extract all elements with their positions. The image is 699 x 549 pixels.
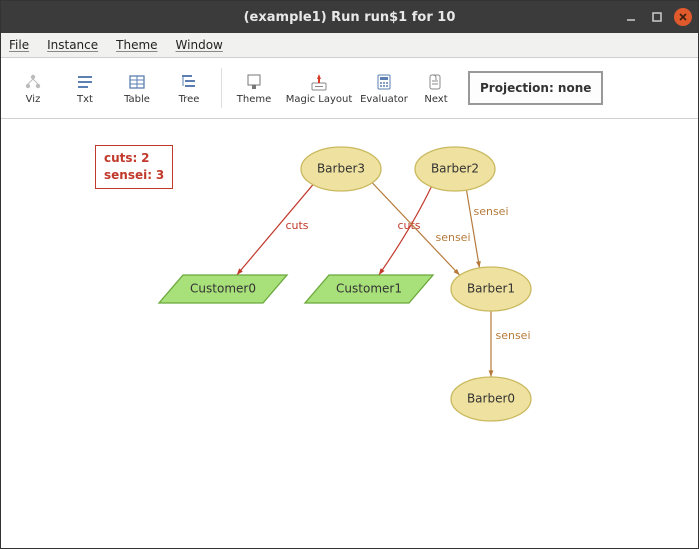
viz-icon — [23, 72, 43, 92]
menu-window[interactable]: Window — [176, 38, 223, 52]
evaluator-button[interactable]: Evaluator — [360, 64, 408, 112]
app-window: (example1) Run run$1 for 10 File Instanc… — [0, 0, 699, 549]
toolbar: Viz Txt Table Tree Theme Magic Layout Ev… — [1, 58, 698, 119]
projection-button[interactable]: Projection: none — [468, 71, 603, 105]
node-label-barber1: Barber1 — [467, 282, 515, 296]
menubar: File Instance Theme Window — [1, 33, 698, 58]
txt-icon — [75, 72, 95, 92]
table-icon — [127, 72, 147, 92]
arrowhead-icon — [489, 370, 494, 377]
visualization-canvas[interactable]: cuts: 2 sensei: 3 cutscutssenseisenseise… — [1, 119, 698, 548]
arrowhead-icon — [379, 268, 385, 275]
table-button[interactable]: Table — [113, 64, 161, 112]
window-controls — [622, 1, 692, 33]
txt-label: Txt — [77, 94, 93, 105]
arrowhead-icon — [476, 261, 481, 268]
magic-layout-label: Magic Layout — [286, 94, 353, 105]
menu-instance[interactable]: Instance — [47, 38, 98, 52]
node-label-barber3: Barber3 — [317, 162, 365, 176]
close-icon[interactable] — [674, 8, 692, 26]
titlebar[interactable]: (example1) Run run$1 for 10 — [1, 1, 698, 33]
graph-svg: cutscutssenseisenseisenseiBarber3Barber2… — [1, 119, 698, 548]
txt-button[interactable]: Txt — [61, 64, 109, 112]
maximize-icon[interactable] — [648, 8, 666, 26]
edge-label-sensei: sensei — [495, 329, 530, 342]
next-button[interactable]: Next — [412, 64, 460, 112]
magic-layout-icon — [309, 72, 329, 92]
viz-label: Viz — [26, 94, 41, 105]
projection-label: Projection: none — [480, 81, 591, 95]
node-label-barber0: Barber0 — [467, 392, 515, 406]
evaluator-icon — [374, 72, 394, 92]
tree-label: Tree — [179, 94, 200, 105]
edge-label-sensei: sensei — [435, 231, 470, 244]
window-title: (example1) Run run$1 for 10 — [244, 10, 456, 25]
tree-icon — [179, 72, 199, 92]
theme-label: Theme — [237, 94, 272, 105]
edge-label-cuts: cuts — [285, 219, 308, 232]
menu-file[interactable]: File — [9, 38, 29, 52]
node-label-customer0: Customer0 — [190, 282, 256, 296]
edge-barber3-barber1[interactable] — [372, 183, 460, 276]
node-label-barber2: Barber2 — [431, 162, 479, 176]
toolbar-divider — [221, 68, 222, 108]
viz-button[interactable]: Viz — [9, 64, 57, 112]
menu-theme[interactable]: Theme — [116, 38, 157, 52]
edge-label-sensei: sensei — [473, 205, 508, 218]
evaluator-label: Evaluator — [360, 94, 408, 105]
minimize-icon[interactable] — [622, 8, 640, 26]
magic-layout-button[interactable]: Magic Layout — [282, 64, 356, 112]
table-label: Table — [124, 94, 150, 105]
theme-button[interactable]: Theme — [230, 64, 278, 112]
edge-barber2-barber1[interactable] — [466, 190, 479, 268]
node-label-customer1: Customer1 — [336, 282, 402, 296]
next-icon — [426, 72, 446, 92]
next-label: Next — [424, 94, 447, 105]
tree-button[interactable]: Tree — [165, 64, 213, 112]
theme-icon — [244, 72, 264, 92]
